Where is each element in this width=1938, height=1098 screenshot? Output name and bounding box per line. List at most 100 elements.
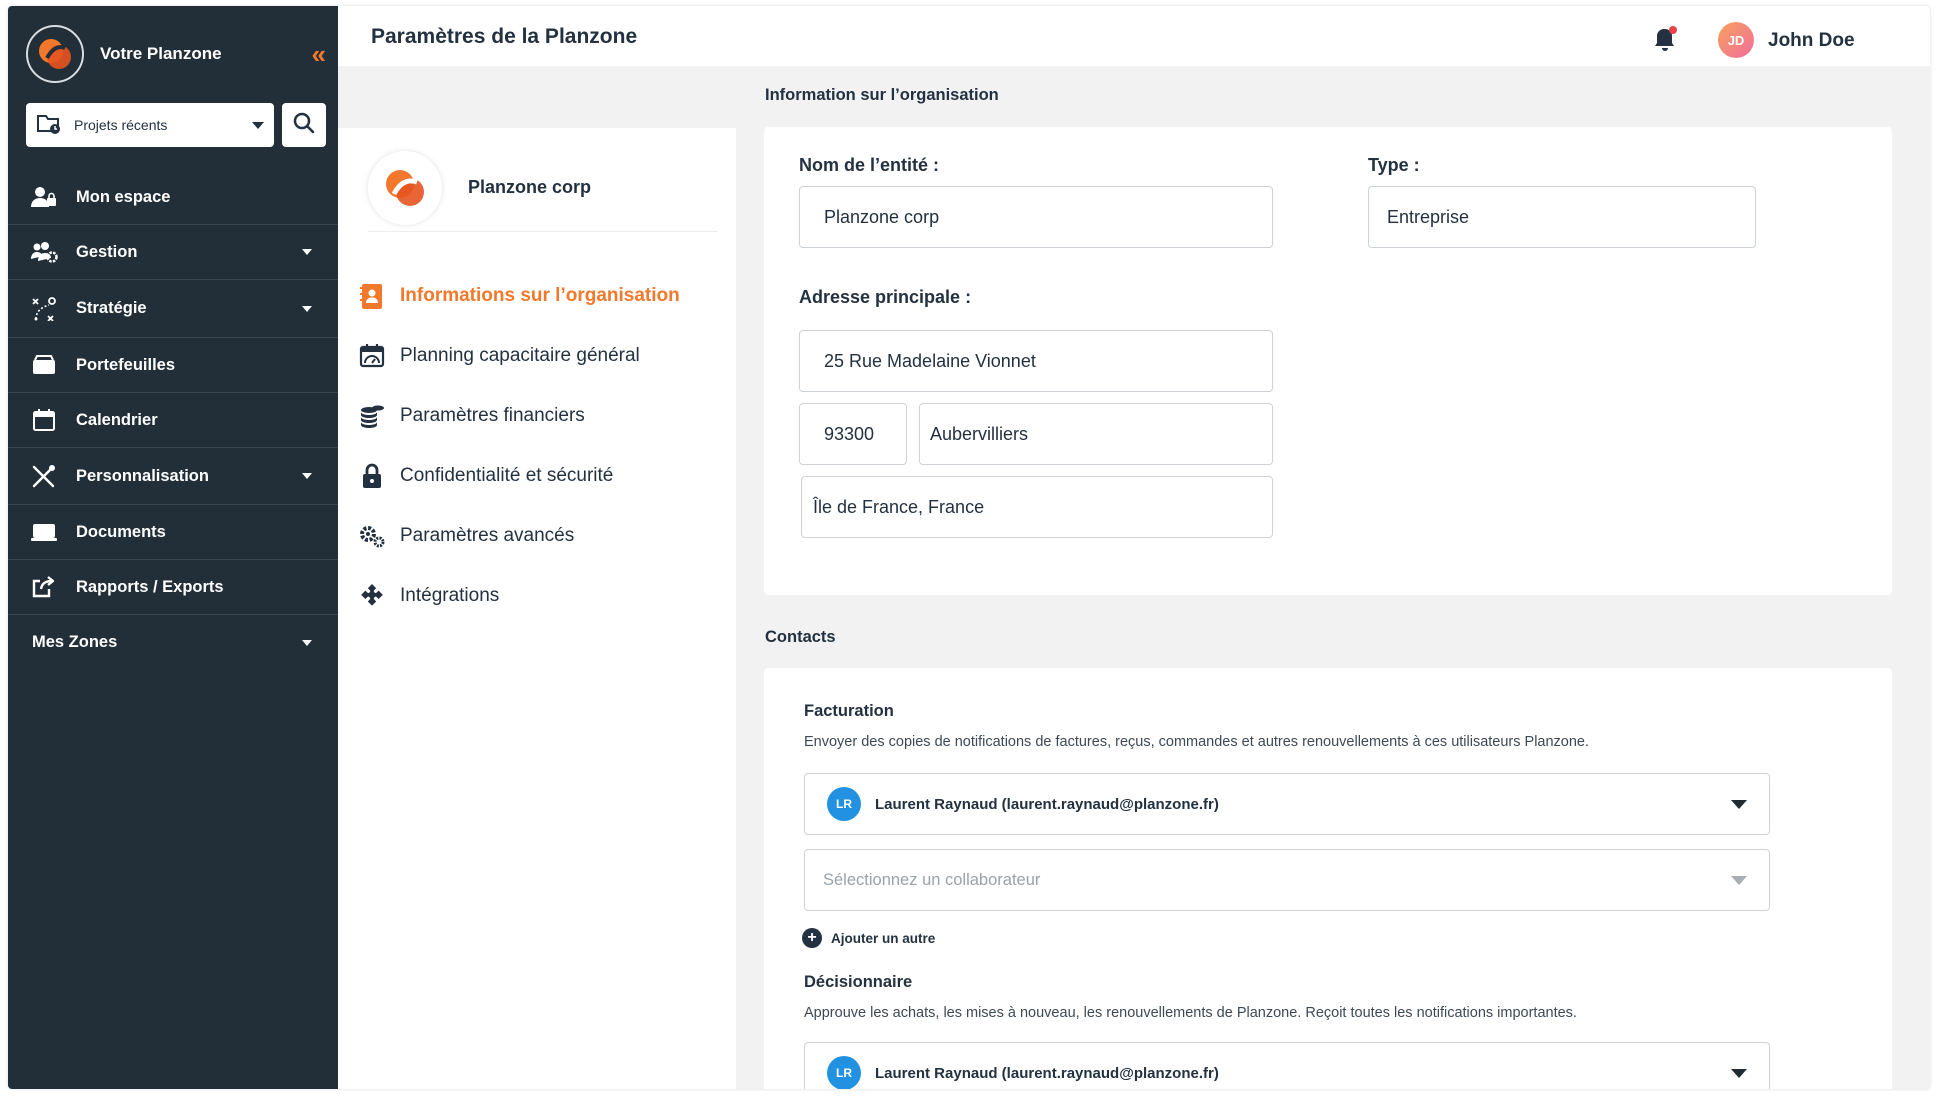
app-window: Votre Planzone « Projets récents Mon esp… [8, 6, 1930, 1089]
sidebar: Votre Planzone « Projets récents Mon esp… [8, 6, 338, 1089]
chevron-down-icon [252, 121, 264, 129]
capacity-calendar-icon [358, 342, 386, 370]
settings-nav-label: Planning capacitaire général [400, 345, 640, 366]
billing-user-select[interactable]: LR Laurent Raynaud (laurent.raynaud@plan… [804, 773, 1770, 835]
gears-icon [358, 522, 386, 550]
chevron-down-icon [302, 305, 312, 312]
puzzle-icon [358, 582, 386, 610]
sidebar-item-label: Mon espace [76, 187, 171, 206]
add-another-link[interactable]: + Ajouter un autre [802, 928, 935, 948]
settings-nav-label: Informations sur l’organisation [400, 285, 680, 306]
city-input[interactable]: Aubervilliers [919, 403, 1273, 465]
plus-circle-icon: + [802, 928, 822, 948]
sidebar-item-gestion[interactable]: Gestion [8, 225, 338, 280]
user-avatar: LR [827, 1056, 861, 1089]
settings-nav-label: Intégrations [400, 585, 500, 606]
sidebar-item-label: Mes Zones [32, 633, 118, 651]
coins-icon [358, 402, 386, 430]
settings-nav-integrations[interactable]: Intégrations [338, 566, 736, 626]
chevron-down-icon [1731, 1068, 1747, 1078]
brand: Votre Planzone « [26, 24, 327, 84]
sidebar-item-label: Calendrier [76, 410, 158, 429]
org-card: Planzone corp [368, 144, 718, 232]
export-icon [30, 575, 58, 599]
recent-projects-label: Projets récents [74, 117, 168, 133]
chevron-down-icon [1731, 799, 1747, 809]
address-label: Adresse principale : [799, 287, 972, 307]
contacts-card: Facturation Envoyer des copies de notifi… [764, 668, 1892, 1089]
collaborator-select[interactable]: Sélectionnez un collaborateur [804, 849, 1770, 911]
org-contact-icon [358, 282, 386, 310]
tools-icon [30, 464, 58, 488]
recent-projects-dropdown[interactable]: Projets récents [26, 103, 274, 147]
sidebar-item-strategie[interactable]: Stratégie [8, 280, 338, 338]
type-input[interactable]: Entreprise [1368, 186, 1756, 248]
street-input[interactable]: 25 Rue Madelaine Vionnet [799, 330, 1273, 392]
folder-clock-icon [36, 113, 62, 138]
chevron-down-icon [302, 473, 312, 479]
postal-code-input[interactable]: 93300 [799, 403, 907, 465]
settings-nav-label: Confidentialité et sécurité [400, 465, 614, 486]
billing-title: Facturation [804, 702, 894, 720]
search-icon [292, 111, 316, 140]
settings-nav-label: Paramètres avancés [400, 525, 575, 546]
user-lock-icon [30, 185, 58, 209]
settings-nav-capacity-planning[interactable]: Planning capacitaire général [338, 326, 736, 386]
decision-title: Décisionnaire [804, 973, 913, 991]
selected-user: Laurent Raynaud (laurent.raynaud@planzon… [875, 1064, 1219, 1082]
settings-nav: Planzone corp Informations sur l’organis… [338, 128, 736, 1089]
users-gear-icon [30, 240, 58, 264]
sidebar-item-mon-espace[interactable]: Mon espace [8, 170, 338, 225]
selected-user: Laurent Raynaud (laurent.raynaud@planzon… [875, 795, 1219, 813]
org-info-card: Nom de l’entité : Planzone corp Type : E… [764, 127, 1892, 595]
chevron-down-icon [1731, 875, 1747, 885]
type-label: Type : [1368, 155, 1420, 175]
sidebar-item-portefeuilles[interactable]: Portefeuilles [8, 338, 338, 393]
page-title: Paramètres de la Planzone [371, 25, 638, 48]
lock-icon [358, 462, 386, 490]
sidebar-item-rapports-exports[interactable]: Rapports / Exports [8, 560, 338, 615]
decision-description: Approuve les achats, les mises à nouveau… [804, 1005, 1577, 1021]
collaborator-placeholder: Sélectionnez un collaborateur [823, 870, 1041, 889]
settings-nav-advanced[interactable]: Paramètres avancés [338, 506, 736, 566]
sidebar-item-label: Rapports / Exports [76, 577, 224, 596]
strategy-icon [30, 296, 58, 321]
search-button[interactable] [282, 103, 326, 147]
notification-bell-icon[interactable] [1653, 26, 1679, 59]
settings-nav-org-info[interactable]: Informations sur l’organisation [338, 266, 736, 326]
settings-nav-privacy-security[interactable]: Confidentialité et sécurité [338, 446, 736, 506]
settings-nav-label: Paramètres financiers [400, 405, 585, 426]
settings-nav-financial[interactable]: Paramètres financiers [338, 386, 736, 446]
sidebar-item-calendrier[interactable]: Calendrier [8, 393, 338, 448]
sidebar-item-documents[interactable]: Documents [8, 505, 338, 560]
sidebar-item-label: Personnalisation [76, 466, 209, 485]
calendar-icon [30, 408, 58, 432]
sidebar-item-label: Stratégie [76, 299, 147, 317]
chevron-down-icon [302, 639, 312, 646]
region-input[interactable]: Île de France, France [801, 476, 1273, 538]
org-name: Planzone corp [468, 177, 592, 197]
user-name[interactable]: John Doe [1768, 30, 1855, 52]
wallet-icon [30, 353, 58, 377]
sidebar-item-mes-zones[interactable]: Mes Zones [8, 615, 338, 670]
org-info-section-title: Information sur l’organisation [765, 86, 999, 104]
org-logo [368, 150, 442, 225]
sidebar-item-personnalisation[interactable]: Personnalisation [8, 448, 338, 505]
brand-name: Votre Planzone [100, 44, 222, 63]
user-avatar: LR [827, 787, 861, 821]
collapse-sidebar-icon[interactable]: « [312, 39, 327, 70]
sidebar-item-label: Gestion [76, 242, 138, 261]
chevron-down-icon [302, 249, 312, 255]
entity-name-input[interactable]: Planzone corp [799, 186, 1273, 248]
sidebar-item-label: Documents [76, 522, 166, 541]
billing-description: Envoyer des copies de notifications de f… [804, 734, 1590, 750]
add-another-label: Ajouter un autre [831, 930, 936, 946]
planzone-logo[interactable] [26, 25, 84, 83]
entity-name-label: Nom de l’entité : [799, 155, 940, 175]
main-nav: Mon espace Gestion Stratégie Portefeuill… [8, 170, 338, 670]
user-avatar[interactable]: JD [1718, 22, 1754, 58]
settings-nav-list: Informations sur l’organisation Planning… [338, 266, 736, 626]
decision-user-select[interactable]: LR Laurent Raynaud (laurent.raynaud@plan… [804, 1042, 1770, 1089]
contacts-section-title: Contacts [765, 628, 836, 646]
documents-icon [30, 520, 58, 544]
